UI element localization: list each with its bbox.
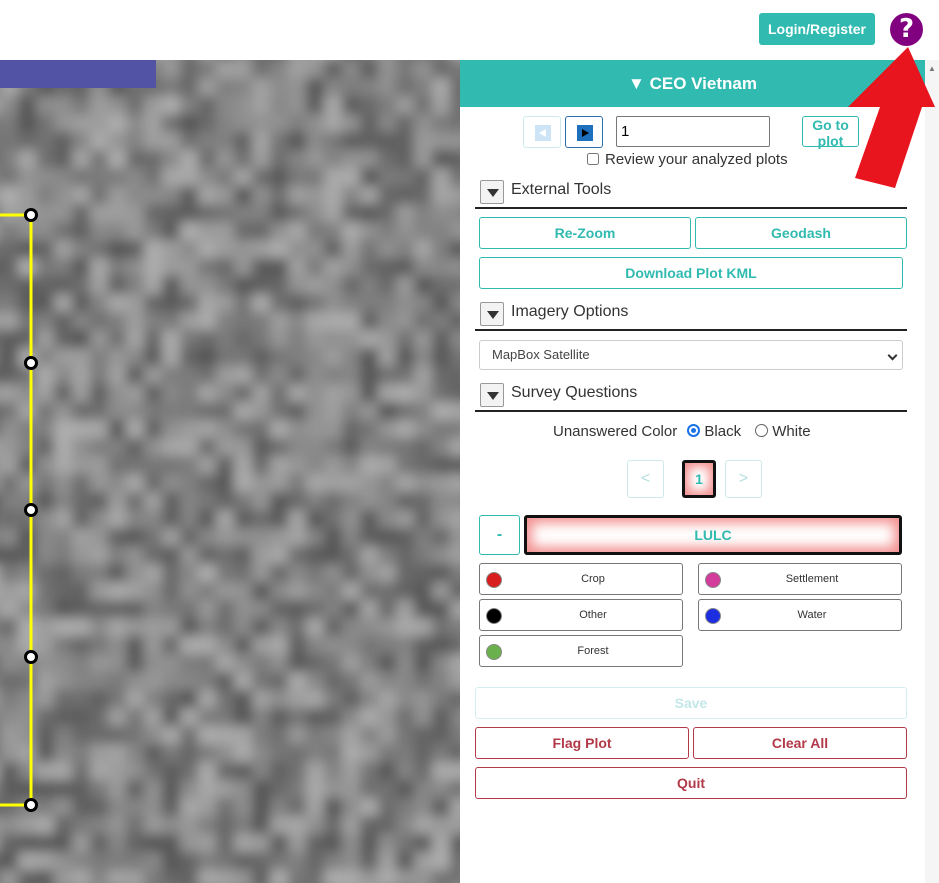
quit-button[interactable]: Quit (475, 767, 907, 799)
collapse-question-button[interactable]: - (479, 515, 520, 555)
answer-forest[interactable]: Forest (479, 635, 683, 667)
next-plot-button[interactable] (565, 116, 603, 148)
next-question-button[interactable]: > (725, 460, 762, 498)
scrollbar[interactable]: ▲ (925, 60, 939, 883)
section-title: Imagery Options (511, 303, 629, 320)
review-label: Review your analyzed plots (605, 151, 788, 168)
sample-point[interactable] (24, 650, 38, 664)
unanswered-color-label: Unanswered Color (553, 423, 678, 440)
answer-other[interactable]: Other (479, 599, 683, 631)
answer-label: Settlement (785, 573, 839, 585)
sample-point[interactable] (24, 503, 38, 517)
answer-water[interactable]: Water (698, 599, 902, 631)
answer-label: Crop (581, 573, 605, 585)
question-title-button[interactable]: LULC (524, 515, 902, 555)
answer-label: Water (797, 609, 827, 621)
arrow-right-icon (577, 125, 593, 141)
color-swatch-icon (486, 644, 502, 660)
side-panel: ▼ CEO Vietnam Go to plot Review your ana… (460, 60, 925, 883)
section-title: Survey Questions (511, 384, 638, 401)
sample-point[interactable] (24, 208, 38, 222)
survey-questions-section: Survey Questions (475, 379, 907, 412)
map-banner (0, 60, 156, 88)
login-register-button[interactable]: Login/Register (759, 13, 875, 45)
color-swatch-icon (486, 572, 502, 588)
color-swatch-icon (705, 572, 721, 588)
radio-white[interactable] (755, 424, 769, 437)
question-page-1[interactable]: 1 (682, 460, 716, 498)
app-root: Login/Register ? ▼ CEO Vietnam Go to plo… (0, 0, 939, 883)
rezoom-button[interactable]: Re-Zoom (479, 217, 691, 249)
arrow-left-icon (535, 125, 551, 141)
imagery-options-section: Imagery Options (475, 298, 907, 331)
unanswered-color-row: Unanswered Color Black White (553, 423, 811, 440)
imagery-selected-value: MapBox Satellite (492, 347, 590, 362)
clear-all-button[interactable]: Clear All (693, 727, 907, 759)
answer-label: Forest (577, 645, 609, 657)
radio-black-label: Black (704, 423, 742, 440)
flag-plot-button[interactable]: Flag Plot (475, 727, 689, 759)
collapse-toggle-icon[interactable] (480, 180, 504, 204)
sample-point[interactable] (24, 798, 38, 812)
imagery-select[interactable]: MapBox Satellite (479, 340, 903, 370)
top-bar: Login/Register ? (0, 0, 939, 60)
radio-black[interactable] (687, 424, 701, 437)
map-view[interactable] (0, 60, 460, 883)
project-title[interactable]: ▼ CEO Vietnam (460, 60, 925, 107)
color-swatch-icon (705, 608, 721, 624)
save-button[interactable]: Save (475, 687, 907, 719)
previous-plot-button[interactable] (523, 116, 561, 148)
help-icon[interactable]: ? (890, 13, 923, 46)
scroll-up-icon[interactable]: ▲ (928, 64, 936, 73)
geodash-button[interactable]: Geodash (695, 217, 907, 249)
external-tools-section: External Tools (475, 176, 907, 209)
color-swatch-icon (486, 608, 502, 624)
plot-number-input[interactable] (616, 116, 770, 147)
answer-crop[interactable]: Crop (479, 563, 683, 595)
collapse-toggle-icon[interactable] (480, 302, 504, 326)
answer-label: Other (579, 609, 607, 621)
collapse-toggle-icon[interactable] (480, 383, 504, 407)
review-analyzed-checkbox[interactable]: Review your analyzed plots (587, 151, 788, 168)
download-kml-button[interactable]: Download Plot KML (479, 257, 903, 289)
answer-settlement[interactable]: Settlement (698, 563, 902, 595)
section-title: External Tools (511, 181, 612, 198)
radio-white-label: White (772, 423, 811, 440)
go-to-plot-button[interactable]: Go to plot (802, 116, 859, 149)
previous-question-button[interactable]: < (627, 460, 664, 498)
sample-point[interactable] (24, 356, 38, 370)
review-checkbox[interactable] (587, 153, 599, 165)
chevron-down-icon (887, 350, 898, 361)
satellite-imagery (0, 60, 460, 883)
